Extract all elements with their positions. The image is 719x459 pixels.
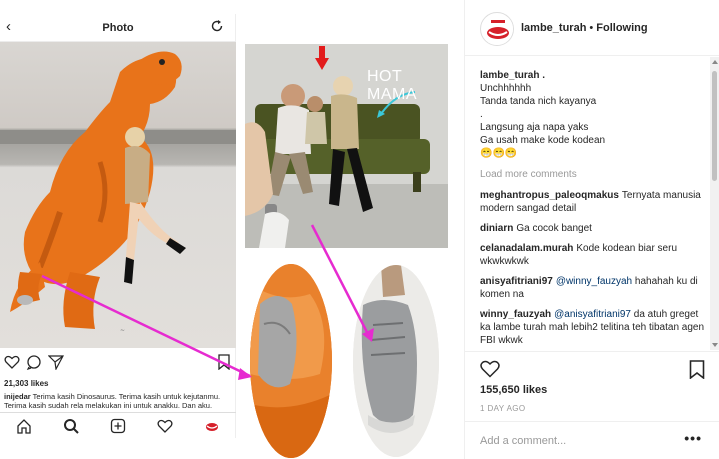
comment-username[interactable]: winny_fauzyah (480, 309, 551, 320)
pink-arrows (41, 224, 374, 380)
post-image[interactable]: ‹ Photo ~ 21,303 likes inijedar Terima k… (0, 0, 464, 459)
comment: celanadalam.murah Kode kodean biar seru w… (480, 242, 711, 268)
save-bookmark-icon[interactable] (689, 360, 705, 379)
post-author: lambe_turah • Following (521, 22, 648, 34)
comment-mention[interactable]: @anisyafitriani97 (554, 309, 631, 320)
caption-line: Unchhhhhh (480, 83, 532, 94)
caption-line: Tanda tanda nich kayanya (480, 96, 597, 107)
post-action-bar (465, 351, 719, 381)
comment: diniarn Ga cocok banget (480, 222, 711, 235)
comment-username[interactable]: diniarn (480, 223, 513, 234)
comments-list[interactable]: lambe_turah . Unchhhhhh Tanda tanda nich… (465, 57, 711, 350)
profile-avatar[interactable] (480, 12, 514, 46)
separator-dot: • (589, 22, 594, 34)
comment-text: Ga cocok banget (516, 223, 592, 234)
scrollbar-thumb[interactable] (712, 71, 717, 181)
instagram-post-view: ‹ Photo ~ 21,303 likes inijedar Terima k… (0, 0, 719, 459)
caption-line: Langsung aja napa yaks (480, 122, 589, 133)
username-link[interactable]: lambe_turah (521, 22, 586, 34)
load-more-comments[interactable]: Load more comments (480, 168, 711, 181)
more-options-icon[interactable]: ••• (684, 430, 702, 446)
likes-count[interactable]: 155,650 likes (480, 384, 547, 396)
post-header: lambe_turah • Following (465, 0, 719, 56)
comment: anisyafitriani97 @winny_fauzyah hahahah k… (480, 275, 711, 301)
caption-line: Ga usah make kode kodean (480, 135, 606, 146)
comment-mention[interactable]: @winny_fauzyah (556, 276, 632, 287)
comment-username[interactable]: meghantropus_paleoqmakus (480, 190, 619, 201)
caption-username[interactable]: lambe_turah . (480, 70, 545, 81)
comment-username[interactable]: celanadalam.murah (480, 243, 573, 254)
comment-username[interactable]: anisyafitriani97 (480, 276, 553, 287)
post-sidebar: lambe_turah • Following lambe_turah . Unch… (464, 0, 719, 459)
scroll-up-arrow-icon[interactable] (712, 60, 718, 64)
comment: winny_fauzyah @anisyafitriani97 da atuh g… (480, 308, 711, 347)
post-caption: lambe_turah . Unchhhhhh Tanda tanda nich… (480, 69, 711, 160)
like-heart-icon[interactable] (480, 360, 500, 378)
following-button[interactable]: Following (596, 22, 647, 34)
add-comment-bar: ••• (465, 421, 719, 459)
comment: meghantropus_paleoqmakus Ternyata manusia… (480, 189, 711, 215)
scroll-down-arrow-icon[interactable] (712, 343, 718, 347)
caption-line: . (480, 109, 483, 120)
comments-scrollbar[interactable] (710, 57, 719, 350)
caption-line: 😁😁😁 (480, 148, 518, 159)
add-comment-input[interactable] (480, 432, 670, 450)
post-timestamp: 1 DAY AGO (480, 404, 526, 413)
